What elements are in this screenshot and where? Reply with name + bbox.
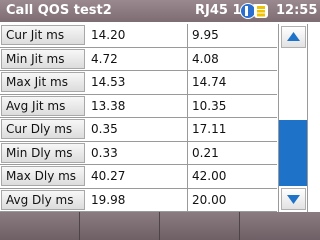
value-cell: 40.27 bbox=[91, 169, 126, 183]
row-label-button[interactable]: Max Dly ms bbox=[1, 166, 85, 186]
row-label-button[interactable]: Avg Jit ms bbox=[1, 95, 85, 116]
value-cell: 0.33 bbox=[91, 145, 118, 160]
row-label-button[interactable]: Max Jit ms bbox=[1, 72, 85, 92]
value-cell: 14.74 bbox=[192, 75, 227, 89]
value-cell: 10.35 bbox=[192, 98, 227, 113]
row-label-button[interactable]: Min Dly ms bbox=[1, 142, 85, 163]
softkey-4[interactable] bbox=[240, 212, 320, 240]
table-row: Max Jit ms 14.53 14.74 bbox=[0, 71, 277, 95]
softkey-1[interactable] bbox=[0, 212, 80, 240]
table-row: Avg Jit ms 13.38 10.35 bbox=[0, 95, 277, 118]
value-cell: 9.95 bbox=[192, 28, 219, 42]
value-cell: 13.38 bbox=[91, 98, 126, 113]
qos-table: Cur Jit ms 14.20 9.95 Min Jit ms 4.72 4.… bbox=[0, 24, 277, 212]
arrow-down-icon bbox=[287, 195, 300, 204]
table-row: Cur Dly ms 0.35 17.11 bbox=[0, 118, 277, 142]
row-label-button[interactable]: Cur Jit ms bbox=[1, 25, 85, 45]
value-cell: 14.53 bbox=[91, 75, 126, 89]
softkey-2[interactable] bbox=[80, 212, 160, 240]
scroll-up-button[interactable] bbox=[281, 26, 306, 48]
column-divider bbox=[187, 24, 188, 212]
row-label-button[interactable]: Cur Dly ms bbox=[1, 119, 85, 139]
call-qos-screen: Call QOS test2 RJ45 100 12:55 Cur Jit ms… bbox=[0, 0, 320, 240]
table-row: Max Dly ms 40.27 42.00 bbox=[0, 165, 277, 189]
value-cell: 4.72 bbox=[91, 51, 118, 66]
value-cell: 4.08 bbox=[192, 51, 219, 66]
softkey-bar bbox=[0, 212, 320, 240]
table-row: Min Dly ms 0.33 0.21 bbox=[0, 142, 277, 165]
value-cell: 17.11 bbox=[192, 122, 227, 136]
scroll-down-button[interactable] bbox=[281, 188, 306, 210]
table-row: Avg Dly ms 19.98 20.00 bbox=[0, 189, 277, 212]
screen-title: Call QOS test2 bbox=[6, 3, 112, 18]
table-row: Cur Jit ms 14.20 9.95 bbox=[0, 24, 277, 48]
table-row: Min Jit ms 4.72 4.08 bbox=[0, 48, 277, 71]
row-label-button[interactable]: Min Jit ms bbox=[1, 48, 85, 69]
scroll-thumb[interactable] bbox=[279, 120, 307, 186]
value-cell: 0.21 bbox=[192, 145, 219, 160]
value-cell: 20.00 bbox=[192, 192, 227, 207]
scrollbar[interactable] bbox=[278, 24, 308, 212]
value-cell: 42.00 bbox=[192, 169, 227, 183]
softkey-3[interactable] bbox=[160, 212, 240, 240]
arrow-up-icon bbox=[287, 32, 300, 41]
row-label-button[interactable]: Avg Dly ms bbox=[1, 189, 85, 210]
title-bar: Call QOS test2 RJ45 100 12:55 bbox=[0, 0, 320, 22]
value-cell: 0.35 bbox=[91, 122, 118, 136]
clock: 12:55 bbox=[276, 3, 318, 18]
value-cell: 19.98 bbox=[91, 192, 126, 207]
battery-status-icon bbox=[240, 3, 268, 19]
value-cell: 14.20 bbox=[91, 28, 126, 42]
